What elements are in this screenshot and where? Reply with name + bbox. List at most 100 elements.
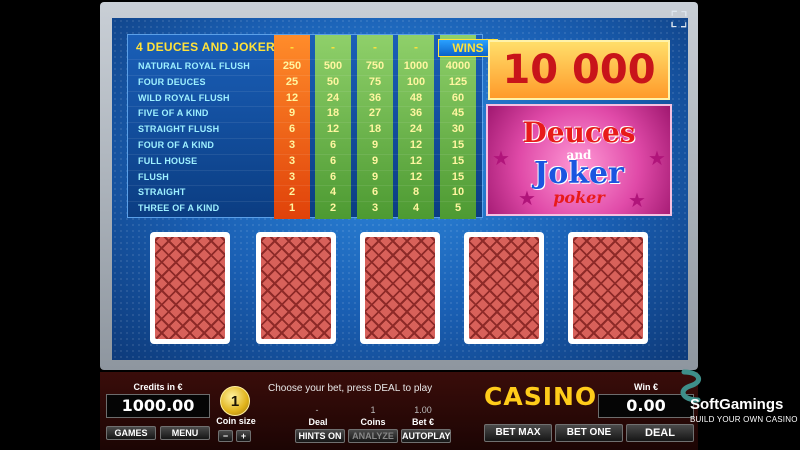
paytable-payout: 18 [326, 107, 340, 120]
paytable-payout: 27 [368, 107, 382, 120]
coin-plus-button[interactable]: + [236, 430, 251, 442]
card-back [365, 237, 435, 339]
paytable-column-head: - [331, 40, 335, 54]
paytable-payout: 100 [406, 75, 426, 88]
paytable-payout: 15 [451, 154, 465, 167]
card-slot-2[interactable] [256, 232, 336, 344]
hints-button[interactable]: HINTS ON [295, 429, 345, 443]
games-button[interactable]: GAMES [106, 426, 156, 440]
paytable-payout: 6 [329, 170, 337, 183]
paytable-payout: 4000 [445, 60, 471, 72]
paytable-payout: 5 [454, 202, 462, 215]
paytable-hand-name: WILD ROYAL FLUSH [138, 92, 230, 103]
bet-one-button[interactable]: BET ONE [555, 424, 623, 442]
paytable-row: FOUR OF A KIND 3 6 9 12 15 [128, 138, 484, 153]
paytable-payout: 25 [285, 75, 299, 88]
paytable-payout: 60 [451, 91, 465, 104]
bet-value: 1.00 [414, 405, 432, 415]
card-slot-3[interactable] [360, 232, 440, 344]
jackpot-display: 10 000 [488, 40, 670, 100]
paytable-hand-name: FULL HOUSE [138, 155, 198, 166]
card-slot-4[interactable] [464, 232, 544, 344]
paytable-hand-name: FIVE OF A KIND [138, 108, 209, 119]
paytable-row: STRAIGHT FLUSH 6 12 18 24 30 [128, 122, 484, 137]
paytable-hand-name: FLUSH [138, 171, 169, 182]
paytable-payout: 1000 [403, 60, 429, 72]
paytable-hand-name: FOUR OF A KIND [138, 140, 215, 150]
deal-label: Deal [308, 417, 328, 427]
card-back [261, 237, 331, 339]
paytable-payout: 36 [368, 91, 382, 104]
paytable-payout: 30 [451, 123, 465, 136]
paytable-payout: 12 [326, 123, 340, 136]
paytable-payout: 9 [371, 170, 379, 183]
paytable-payout: 50 [326, 75, 340, 88]
casino-logo: CASINO [484, 382, 598, 411]
card-slot-5[interactable] [568, 232, 648, 344]
fullscreen-icon[interactable]: ⛶ [666, 8, 692, 34]
paytable: 4 DEUCES AND JOKER - - - - WINS NATURAL … [127, 34, 498, 219]
paytable-payout: 9 [371, 139, 379, 151]
autoplay-button[interactable]: AUTOPLAY [401, 429, 451, 443]
paytable-payout: 12 [409, 154, 423, 167]
paytable-payout: 3 [371, 202, 379, 215]
coins-value: 1 [370, 405, 376, 415]
paytable-row: NATURAL ROYAL FLUSH 250 500 750 1000 4000 [128, 59, 484, 74]
paytable-payout: 6 [371, 186, 379, 199]
logo-poker: poker [553, 188, 605, 207]
paytable-payout: 10 [451, 186, 465, 199]
paytable-hand-name: NATURAL ROYAL FLUSH [138, 61, 250, 71]
bet-max-button[interactable]: BET MAX [484, 424, 552, 442]
paytable-payout: 6 [288, 123, 296, 136]
paytable-column-head: - [373, 40, 377, 54]
paytable-row: STRAIGHT 2 4 6 8 10 [128, 185, 484, 200]
paytable-payout: 9 [288, 107, 296, 120]
paytable-payout: 24 [409, 123, 423, 136]
credits-label: Credits in € [133, 382, 183, 392]
paytable-payout: 4 [412, 202, 420, 215]
coin-size-label: Coin size [216, 416, 256, 426]
paytable-payout: 12 [285, 91, 299, 104]
card-slot-1[interactable] [150, 232, 230, 344]
paytable-payout: 3 [288, 154, 296, 167]
coin-minus-button[interactable]: − [218, 430, 233, 442]
game-stage: ⛶ 4 DEUCES AND JOKER - - - - WINS NATURA… [0, 0, 800, 450]
analyze-button[interactable]: ANALYZE [348, 429, 398, 443]
paytable-payout: 3 [288, 139, 296, 151]
paytable-title: 4 DEUCES AND JOKER [136, 40, 275, 54]
bet-label: Bet € [411, 417, 434, 427]
paytable-column-head: - [290, 40, 294, 54]
logo-joker: Joker [534, 156, 624, 191]
paytable-payout: 750 [365, 60, 385, 72]
softgamings-watermark: SoftGamings BUILD YOUR OWN CASINO [676, 368, 800, 428]
paytable-payout: 48 [409, 91, 423, 104]
paytable-payout: 18 [368, 123, 382, 136]
card-back [469, 237, 539, 339]
paytable-hand-name: THREE OF A KIND [138, 203, 220, 214]
logo-deuces: Deuces [522, 116, 636, 149]
coin-size-chip[interactable]: 1 [220, 386, 250, 416]
paytable-payout: 15 [451, 170, 465, 183]
deal-value: - [315, 405, 319, 415]
paytable-payout: 250 [282, 60, 302, 72]
paytable-payout: 6 [329, 139, 337, 151]
card-row [150, 232, 650, 344]
coins-label: Coins [360, 417, 386, 427]
paytable-payout: 45 [451, 107, 465, 120]
paytable-payout: 12 [409, 139, 423, 151]
paytable-payout: 6 [329, 154, 337, 167]
paytable-row: FIVE OF A KIND 9 18 27 36 45 [128, 106, 484, 121]
paytable-hand-name: STRAIGHT FLUSH [138, 124, 220, 135]
paytable-payout: 9 [371, 154, 379, 167]
watermark-name: SoftGamings [690, 396, 784, 413]
game-logo: ★ ★ ★ ★ Deuces and Joker poker [486, 104, 672, 216]
paytable-payout: 75 [368, 75, 382, 88]
watermark-tagline: BUILD YOUR OWN CASINO [690, 415, 798, 424]
paytable-row: WILD ROYAL FLUSH 12 24 36 48 60 [128, 90, 484, 106]
paytable-payout: 125 [448, 75, 468, 88]
paytable-payout: 36 [409, 107, 423, 120]
paytable-payout: 3 [288, 170, 296, 183]
menu-button[interactable]: MENU [160, 426, 210, 440]
credits-display: 1000.00 [106, 394, 210, 418]
paytable-hand-name: STRAIGHT [138, 187, 186, 198]
